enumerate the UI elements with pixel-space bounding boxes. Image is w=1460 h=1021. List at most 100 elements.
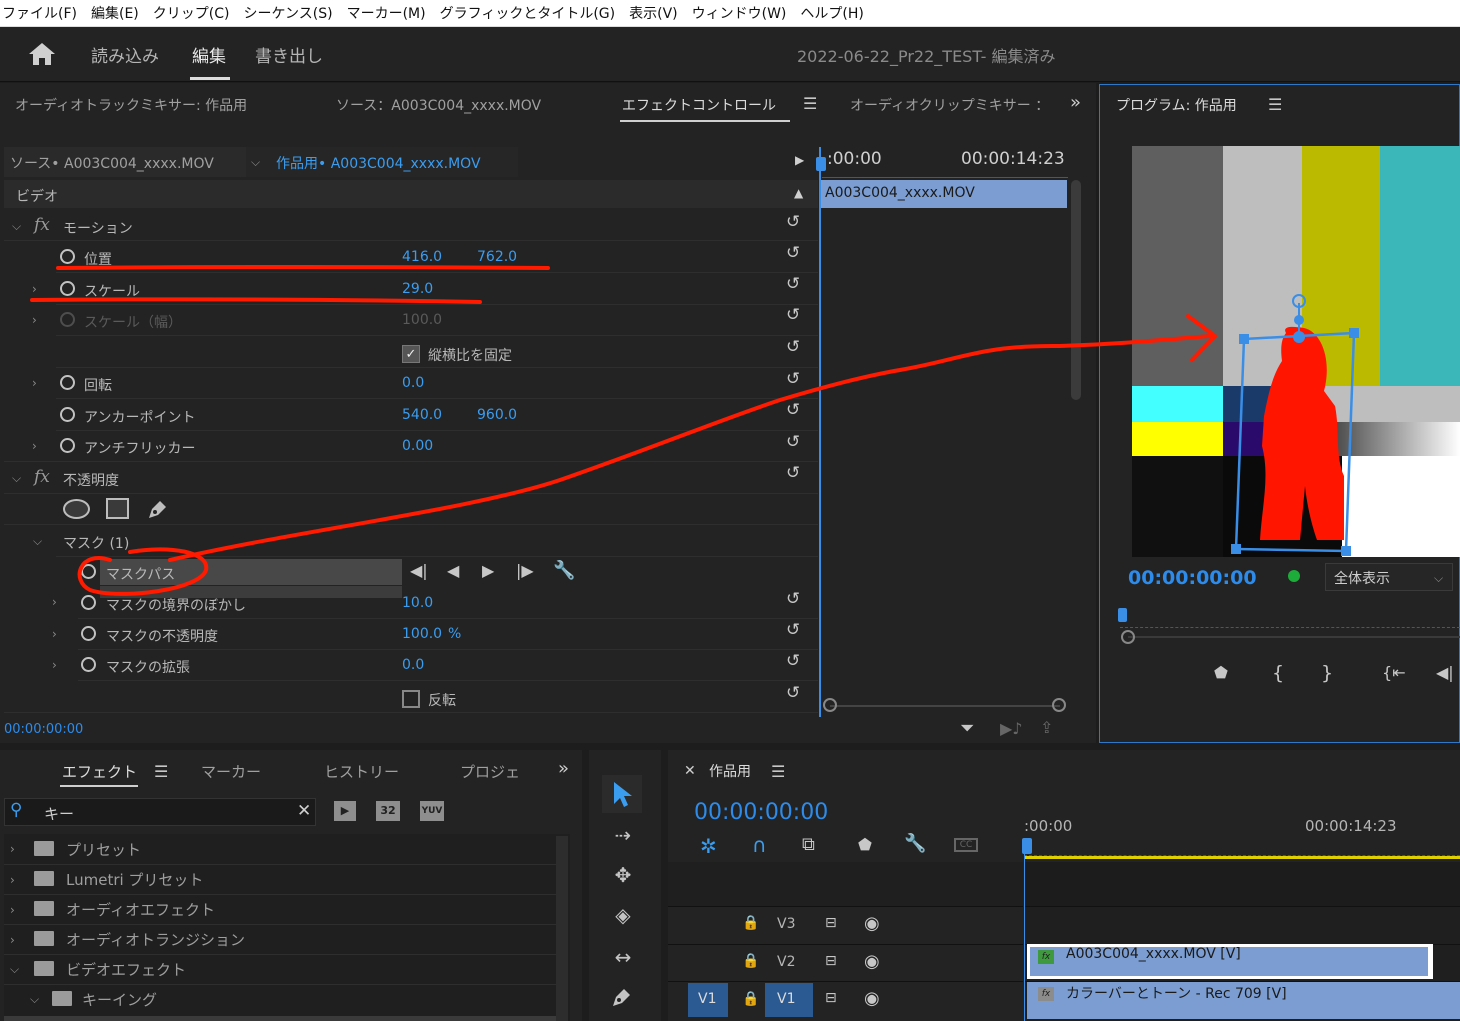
menu-edit[interactable]: 編集(E) [91, 3, 139, 23]
collapse-icon[interactable]: ⌵ [30, 992, 39, 1007]
effects-item-presets[interactable]: プリセット [66, 839, 141, 860]
clear-search-icon[interactable]: ✕ [297, 801, 311, 821]
scale-value[interactable]: 29.0 [402, 281, 433, 297]
program-zoom-bar[interactable] [1128, 636, 1460, 638]
ec-zoom-handle-right[interactable] [1052, 698, 1066, 712]
track-selected-backward-icon[interactable]: ◀| [410, 561, 428, 580]
reset-anchor-icon[interactable]: ↺ [786, 400, 800, 420]
expand-feather-icon[interactable]: › [52, 595, 57, 609]
reset-antiflicker-icon[interactable]: ↺ [786, 432, 800, 452]
track-selected-forward-icon[interactable]: |▶ [516, 561, 534, 580]
lock-icon[interactable]: 🔒 [742, 953, 759, 969]
captions-icon[interactable]: CC [954, 838, 978, 852]
pen-tool-icon[interactable] [610, 985, 634, 1009]
menu-marker[interactable]: マーカー(M) [347, 3, 426, 23]
rotation-value[interactable]: 0.0 [402, 375, 424, 391]
workspace-export-tab[interactable]: 書き出し [255, 42, 323, 67]
menu-clip[interactable]: クリップ(C) [153, 3, 230, 23]
expand-mask-expansion-icon[interactable]: › [52, 658, 57, 672]
tab-effect-controls[interactable]: エフェクトコントロール [622, 95, 776, 115]
track-one-frame-forward-icon[interactable]: ▶ [482, 561, 494, 580]
expand-icon[interactable]: › [10, 873, 15, 887]
expand-antiflicker-icon[interactable]: › [32, 439, 37, 453]
ec-zoom-handle-left[interactable] [823, 698, 837, 712]
expand-rotation-icon[interactable]: › [32, 376, 37, 390]
close-sequence-icon[interactable]: ✕ [684, 763, 696, 779]
32bit-effects-icon[interactable]: 32 [376, 801, 400, 821]
program-monitor-title[interactable]: プログラム: 作品用 [1116, 95, 1237, 115]
snap-icon[interactable]: ∩ [752, 833, 767, 857]
stopwatch-icon[interactable] [60, 438, 75, 453]
rectangle-mask-icon[interactable] [106, 498, 129, 519]
collapse-up-icon[interactable]: ▲ [794, 186, 803, 200]
stopwatch-icon[interactable] [60, 249, 75, 264]
effects-item-lumetri[interactable]: Lumetri プリセット [66, 869, 203, 890]
stopwatch-icon[interactable] [81, 657, 96, 672]
mark-out-icon[interactable]: } [1321, 662, 1333, 684]
eye-icon[interactable]: ◉ [864, 988, 880, 1009]
expand-icon[interactable]: › [10, 903, 15, 917]
expand-motion-icon[interactable]: ⌵ [12, 219, 21, 234]
panel-menu-icon[interactable]: ☰ [803, 94, 817, 113]
nest-icon[interactable]: ✲ [700, 834, 717, 858]
lock-icon[interactable]: 🔒 [742, 915, 759, 931]
menu-view[interactable]: 表示(V) [629, 3, 678, 23]
fx-icon[interactable]: fx [34, 467, 50, 487]
add-marker-icon[interactable]: ⬟ [1214, 663, 1228, 682]
workspace-edit-tab[interactable]: 編集 [192, 42, 226, 67]
wrench-icon[interactable]: 🔧 [553, 560, 575, 581]
expand-mask-opacity-icon[interactable]: › [52, 627, 57, 641]
reset-position-icon[interactable]: ↺ [786, 243, 800, 263]
program-playhead[interactable] [1118, 608, 1127, 622]
timeline-settings-icon[interactable]: 🔧 [904, 833, 926, 854]
stopwatch-icon[interactable] [60, 375, 75, 390]
menu-window[interactable]: ウィンドウ(W) [692, 3, 787, 23]
stopwatch-icon[interactable] [60, 281, 75, 296]
anchor-x-value[interactable]: 540.0 [402, 407, 442, 423]
track-label-v3[interactable]: V3 [777, 916, 795, 932]
expand-mask-icon[interactable]: ⌵ [33, 534, 42, 549]
reset-scale-icon[interactable]: ↺ [786, 274, 800, 294]
reset-mask-expansion-icon[interactable]: ↺ [786, 651, 800, 671]
track-label-v2[interactable]: V2 [777, 954, 795, 970]
program-panel-menu-icon[interactable]: ☰ [1268, 95, 1282, 114]
lock-icon[interactable]: 🔒 [742, 991, 759, 1007]
effects-item-keying[interactable]: キーイング [82, 989, 157, 1010]
menu-help[interactable]: ヘルプ(H) [800, 3, 863, 23]
effects-item-audio-transitions[interactable]: オーディオトランジション [66, 929, 245, 950]
eye-icon[interactable]: ◉ [864, 951, 880, 972]
play-audio-icon[interactable]: ▶♪ [1000, 719, 1023, 738]
stopwatch-icon[interactable] [81, 595, 96, 610]
slip-tool-icon[interactable]: ↔ [603, 945, 643, 969]
ellipse-mask-icon[interactable] [63, 499, 90, 519]
menu-sequence[interactable]: シーケンス(S) [243, 3, 332, 23]
ec-timecode[interactable]: 00:00:00:00 [4, 722, 83, 737]
yuv-effects-icon[interactable]: YUV [420, 801, 444, 821]
ec-playhead[interactable] [819, 147, 821, 717]
sync-lock-icon[interactable]: ⊟ [825, 953, 837, 969]
tab-effects[interactable]: エフェクト [62, 761, 137, 782]
menu-graphics[interactable]: グラフィックとタイトル(G) [440, 3, 616, 23]
stopwatch-icon[interactable] [81, 564, 96, 579]
linked-selection-icon[interactable]: ⧉ [802, 834, 815, 855]
ec-playhead-handle[interactable] [816, 157, 826, 171]
reset-rotation-icon[interactable]: ↺ [786, 369, 800, 389]
sync-lock-icon[interactable]: ⊟ [825, 915, 837, 931]
stopwatch-icon[interactable] [81, 626, 96, 641]
reset-invert-icon[interactable]: ↺ [786, 683, 800, 703]
collapse-icon[interactable]: ⌵ [10, 962, 19, 977]
reset-mask-opacity-icon[interactable]: ↺ [786, 620, 800, 640]
ripple-edit-tool-icon[interactable]: ✥ [603, 863, 643, 887]
track-one-frame-backward-icon[interactable]: ◀ [447, 561, 459, 580]
tab-markers[interactable]: マーカー [201, 761, 261, 782]
expand-icon[interactable]: › [10, 933, 15, 947]
export-icon[interactable]: ⇪ [1040, 718, 1053, 737]
tabs-overflow-icon[interactable]: » [1070, 92, 1081, 113]
go-to-in-icon[interactable]: {⇤ [1382, 663, 1406, 682]
reset-opacity-icon[interactable]: ↺ [786, 463, 800, 483]
effects-item-video-effects[interactable]: ビデオエフェクト [66, 959, 186, 980]
expand-icon[interactable]: › [10, 842, 15, 856]
show-timeline-toggle-icon[interactable]: ▶ [795, 153, 804, 167]
uniform-scale-checkbox[interactable]: ✓ [402, 345, 420, 363]
effects-panel-menu-icon[interactable]: ☰ [154, 762, 168, 781]
